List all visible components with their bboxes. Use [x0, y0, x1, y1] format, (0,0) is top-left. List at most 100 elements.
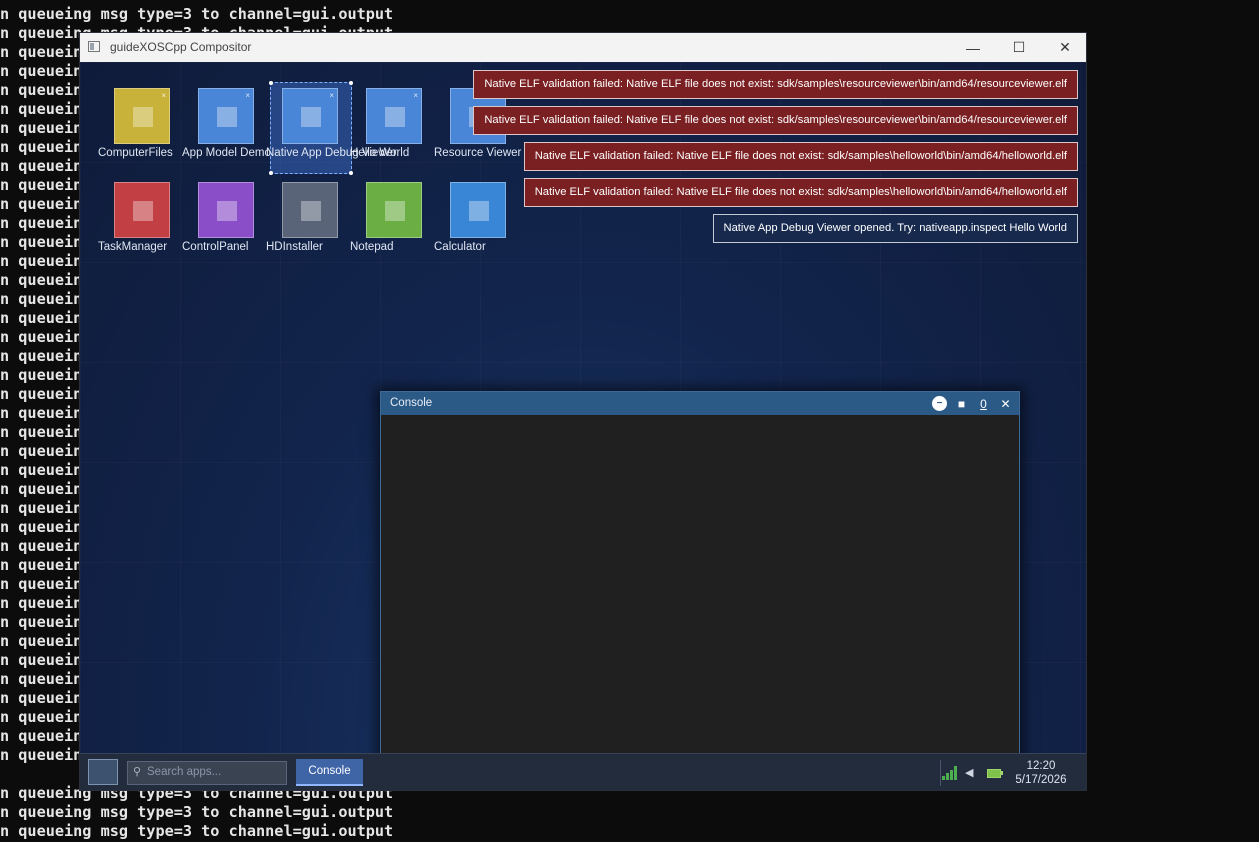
- terminal-line: n queueing: [0, 252, 92, 270]
- volume-icon[interactable]: ◀: [965, 766, 979, 780]
- search-placeholder: Search apps...: [147, 766, 222, 778]
- terminal-line: n queueing: [0, 271, 92, 289]
- desktop-icon[interactable]: Resource Viewer Future: [434, 88, 558, 182]
- start-button[interactable]: [88, 759, 118, 785]
- app-tile-icon: [450, 182, 506, 238]
- app-tile-icon: ×: [114, 88, 170, 144]
- console-maximize-button[interactable]: ■: [954, 396, 969, 411]
- app-tile-icon: ×: [282, 88, 338, 144]
- terminal-line: n queueing: [0, 233, 92, 251]
- terminal-line: n queueing: [0, 499, 92, 517]
- terminal-line: n queueing: [0, 518, 92, 536]
- app-tile-icon: [114, 182, 170, 238]
- close-button[interactable]: ✕: [1042, 33, 1086, 62]
- desktop-icon-label: TaskManager: [98, 241, 168, 253]
- terminal-line: n queueing: [0, 708, 92, 726]
- terminal-line: n queueing: [0, 119, 92, 137]
- desktop-icon[interactable]: Notepad: [350, 182, 440, 276]
- battery-icon[interactable]: [987, 769, 1003, 778]
- terminal-line: n queueing: [0, 442, 92, 460]
- terminal-line: n queueing msg type=3 to channel=gui.out…: [0, 5, 394, 23]
- terminal-line: n queueing: [0, 214, 92, 232]
- clock[interactable]: 12:20 5/17/2026: [1008, 759, 1074, 787]
- terminal-line: n queueing: [0, 62, 92, 80]
- search-icon: ⚲: [133, 766, 142, 778]
- desktop-icon-label: Calculator: [434, 241, 486, 253]
- desktop-icon-label: App Model Demo: [182, 147, 271, 159]
- terminal-line: n queueing: [0, 195, 92, 213]
- minimize-button[interactable]: —: [950, 33, 996, 62]
- pin-icon: ×: [413, 91, 418, 100]
- terminal-line: n queueing: [0, 537, 92, 555]
- desktop-icon-label: ComputerFiles: [98, 147, 173, 159]
- terminal-line: n queueing: [0, 461, 92, 479]
- desktop[interactable]: × ComputerFiles × App Model Demo × Native App…: [80, 62, 1086, 790]
- terminal-line: n queueing: [0, 81, 92, 99]
- search-input[interactable]: ⚲ Search apps...: [127, 761, 287, 785]
- error-notification[interactable]: Native ELF validation failed: Native ELF…: [473, 106, 1078, 135]
- pin-icon: ×: [161, 91, 166, 100]
- window-titlebar[interactable]: guideXOSCpp Compositor — ☐ ✕: [80, 33, 1086, 62]
- console-minimize-button[interactable]: −: [932, 396, 947, 411]
- desktop-icon-label: HDInstaller: [266, 241, 323, 253]
- signal-icon[interactable]: [942, 766, 958, 780]
- app-window-icon: [88, 41, 100, 52]
- app-tile-icon: ×: [366, 88, 422, 144]
- error-notification[interactable]: Native ELF validation failed: Native ELF…: [473, 70, 1078, 99]
- terminal-line: n queueing: [0, 670, 92, 688]
- terminal-line: n queueing: [0, 347, 92, 365]
- terminal-line: n queueing: [0, 556, 92, 574]
- taskbar: ⚲ Search apps... Console ◀ 12:20 5/17/20…: [80, 753, 1086, 790]
- terminal-line: n queueing: [0, 290, 92, 308]
- app-tile-icon: [366, 182, 422, 238]
- app-tile-icon: ×: [198, 88, 254, 144]
- desktop-icon[interactable]: ControlPanel: [182, 182, 272, 276]
- console-titlebar[interactable]: Console − ■ 0 ✕: [381, 392, 1019, 415]
- desktop-icon[interactable]: TaskManager: [98, 182, 188, 276]
- error-notification[interactable]: Native ELF validation failed: Native ELF…: [523, 142, 1078, 171]
- terminal-line: n queueing: [0, 100, 92, 118]
- maximize-button[interactable]: ☐: [996, 33, 1042, 62]
- terminal-line: n queueing: [0, 176, 92, 194]
- desktop-icon[interactable]: HDInstaller: [266, 182, 356, 276]
- terminal-line: n queueing: [0, 328, 92, 346]
- desktop-icon[interactable]: × App Model Demo: [182, 88, 272, 182]
- terminal-line: n queueing: [0, 423, 92, 441]
- terminal-line: n queueing: [0, 480, 92, 498]
- taskbar-item-console[interactable]: Console: [296, 759, 363, 786]
- terminal-line: n queueing: [0, 632, 92, 650]
- error-notification[interactable]: Native ELF validation failed: Native ELF…: [523, 178, 1078, 207]
- info-notification[interactable]: Native App Debug Viewer opened. Try: nat…: [712, 214, 1078, 243]
- desktop-icon-label: Hello World: [350, 147, 410, 159]
- terminal-line: n queueing: [0, 613, 92, 631]
- terminal-line: n queueing: [0, 43, 92, 61]
- terminal-line: n queueing: [0, 138, 92, 156]
- console-title: Console: [390, 397, 433, 409]
- terminal-line: n queueing: [0, 594, 92, 612]
- window-title: guideXOSCpp Compositor: [110, 40, 252, 54]
- desktop-icon-label: ControlPanel: [182, 241, 249, 253]
- desktop-icon[interactable]: × ComputerFiles: [98, 88, 188, 182]
- console-info-button[interactable]: 0: [976, 396, 991, 411]
- desktop-icon[interactable]: Calculator: [434, 182, 524, 276]
- app-tile-icon: [198, 182, 254, 238]
- terminal-line: n queueing: [0, 651, 92, 669]
- clock-date: 5/17/2026: [1015, 774, 1067, 786]
- clock-time: 12:20: [1026, 760, 1056, 772]
- terminal-line: n queueing: [0, 157, 92, 175]
- pin-icon: ×: [245, 91, 250, 100]
- console-close-button[interactable]: ✕: [998, 396, 1013, 411]
- terminal-line: n queueing: [0, 366, 92, 384]
- console-output-area[interactable]: [381, 415, 1019, 790]
- desktop-icon[interactable]: × Hello World: [350, 88, 440, 182]
- terminal-line: n queueing: [0, 746, 92, 764]
- tray-divider: [940, 760, 941, 786]
- terminal-line: n queueing: [0, 689, 92, 707]
- desktop-icon[interactable]: × Native App Debug Viewer: [266, 81, 397, 182]
- terminal-line: n queueing: [0, 404, 92, 422]
- terminal-line: n queueing: [0, 385, 92, 403]
- console-window[interactable]: Console − ■ 0 ✕: [380, 391, 1020, 790]
- terminal-line: n queueing msg type=3 to channel=gui.out…: [0, 803, 394, 821]
- desktop-icon-label: Notepad: [350, 241, 394, 253]
- app-tile-icon: [282, 182, 338, 238]
